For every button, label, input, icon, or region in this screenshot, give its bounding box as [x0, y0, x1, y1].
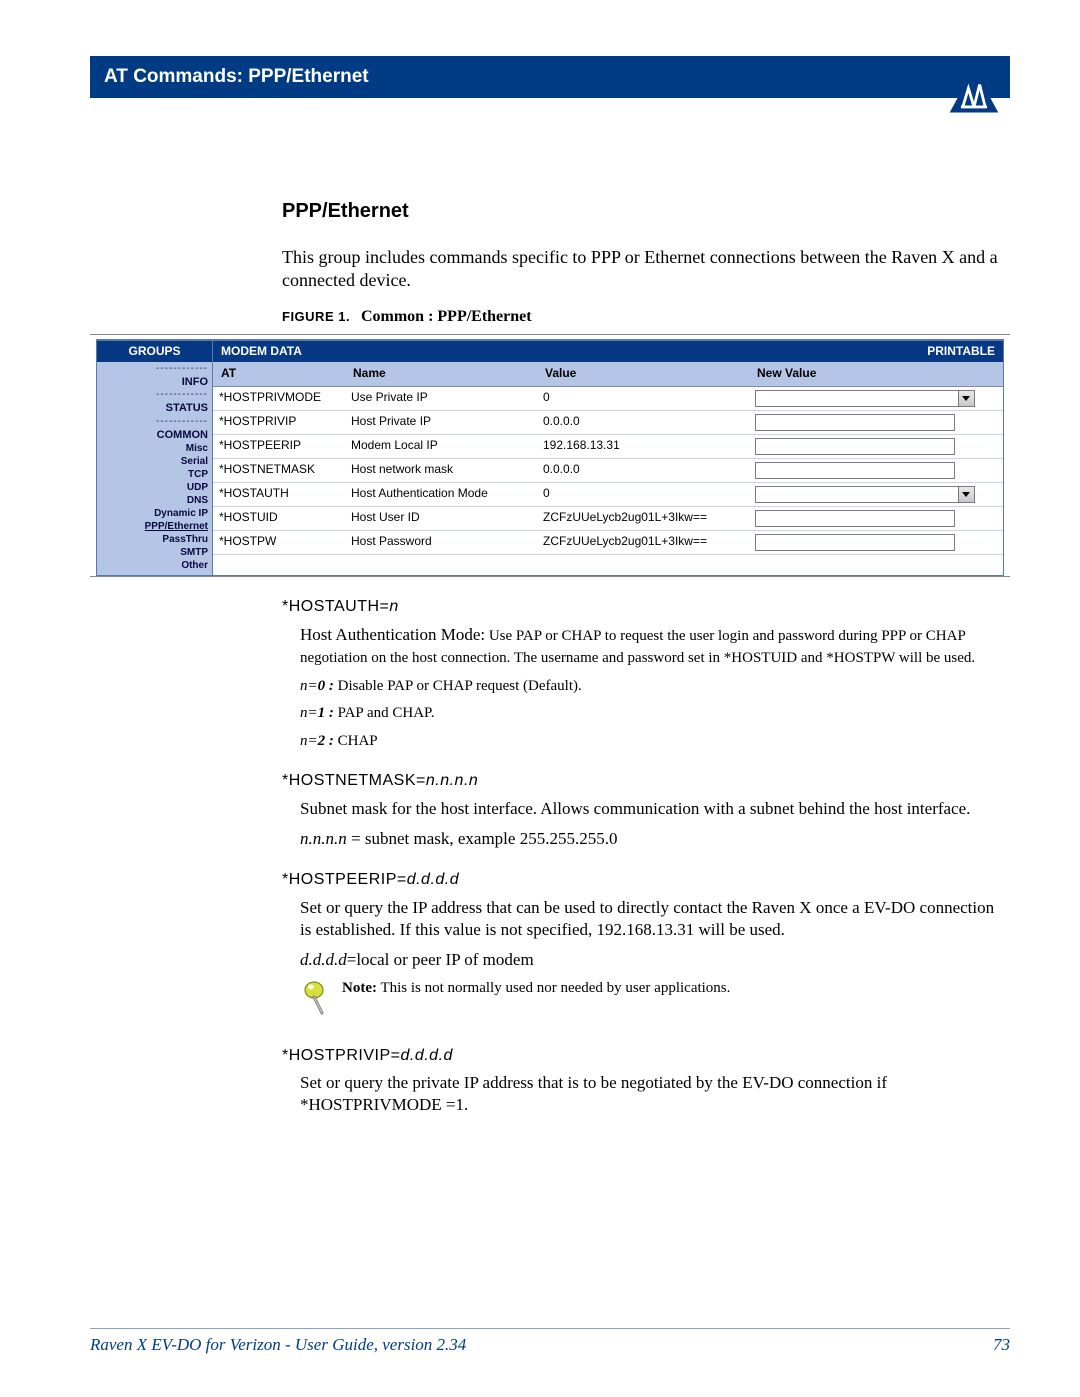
sidebar-item-serial[interactable]: Serial	[101, 455, 208, 468]
table-row: *HOSTPRIVIPHost Private IP0.0.0.0	[213, 410, 1003, 434]
cell-new-value	[749, 530, 1003, 554]
cell-new-value	[749, 458, 1003, 482]
cell-name: Host network mask	[345, 458, 537, 482]
figure-embedded-ui: GROUPS ------------ INFO ------------ ST…	[90, 334, 1010, 577]
sidebar-item-misc[interactable]: Misc	[101, 442, 208, 455]
new-value-input[interactable]	[755, 510, 955, 527]
sidebar-item-passthru[interactable]: PassThru	[101, 533, 208, 546]
page-header: AT Commands: PPP/Ethernet	[90, 56, 1010, 98]
cell-at: *HOSTPW	[213, 530, 345, 554]
sidebar-item-status[interactable]: STATUS	[101, 401, 208, 415]
cell-new-value	[749, 506, 1003, 530]
cell-new-value	[749, 434, 1003, 458]
groups-header: GROUPS	[97, 341, 212, 363]
modem-data-header: MODEM DATA	[213, 341, 919, 363]
groups-sidebar: GROUPS ------------ INFO ------------ ST…	[97, 341, 213, 575]
col-at: AT	[213, 362, 345, 386]
table-row: *HOSTNETMASKHost network mask0.0.0.0	[213, 458, 1003, 482]
cmd-hostprivip: *HOSTPRIVIP=d.d.d.d Set or query the pri…	[282, 1046, 1000, 1117]
printable-link[interactable]: PRINTABLE	[919, 341, 1003, 363]
cell-new-value	[749, 482, 1003, 506]
cell-value: 0	[537, 482, 749, 506]
sidebar-item-common[interactable]: COMMON	[101, 428, 208, 442]
new-value-input[interactable]	[755, 438, 955, 455]
footer-title: Raven X EV-DO for Verizon - User Guide, …	[90, 1335, 466, 1355]
cell-value: 0	[537, 386, 749, 410]
cell-name: Modem Local IP	[345, 434, 537, 458]
cell-at: *HOSTPRIVMODE	[213, 386, 345, 410]
table-row: *HOSTAUTHHost Authentication Mode0	[213, 482, 1003, 506]
cmd-hostpeerip: *HOSTPEERIP=d.d.d.d Set or query the IP …	[282, 870, 1000, 1025]
new-value-input[interactable]	[755, 534, 955, 551]
sidebar-item-other[interactable]: Other	[101, 559, 208, 572]
pushpin-icon	[300, 979, 334, 1025]
sidebar-item-dns[interactable]: DNS	[101, 494, 208, 507]
sidebar-item-smtp[interactable]: SMTP	[101, 546, 208, 559]
page-footer: Raven X EV-DO for Verizon - User Guide, …	[90, 1328, 1010, 1355]
cell-value: 0.0.0.0	[537, 410, 749, 434]
figure-caption: FIGURE 1. Common : PPP/Ethernet	[282, 307, 1000, 328]
modem-data-table: AT Name Value New Value *HOSTPRIVMODEUse…	[213, 362, 1003, 555]
sidebar-item-info[interactable]: INFO	[101, 375, 208, 389]
cell-name: Host User ID	[345, 506, 537, 530]
cell-value: 0.0.0.0	[537, 458, 749, 482]
cell-at: *HOSTPEERIP	[213, 434, 345, 458]
cell-at: *HOSTPRIVIP	[213, 410, 345, 434]
cell-name: Host Authentication Mode	[345, 482, 537, 506]
col-name: Name	[345, 362, 537, 386]
section-intro: This group includes commands specific to…	[282, 246, 1000, 293]
col-value: Value	[537, 362, 749, 386]
sidebar-item-udp[interactable]: UDP	[101, 481, 208, 494]
sidebar-item-ppp-ethernet[interactable]: PPP/Ethernet	[101, 520, 208, 533]
cmd-hostnetmask: *HOSTNETMASK=n.n.n.n Subnet mask for the…	[282, 771, 1000, 850]
cell-new-value	[749, 410, 1003, 434]
cell-name: Use Private IP	[345, 386, 537, 410]
cell-value: ZCFzUUeLycb2ug01L+3Ikw==	[537, 530, 749, 554]
table-row: *HOSTUIDHost User IDZCFzUUeLycb2ug01L+3I…	[213, 506, 1003, 530]
sidebar-item-dynamic-ip[interactable]: Dynamic IP	[101, 507, 208, 520]
new-value-input[interactable]	[755, 414, 955, 431]
cmd-hostauth: *HOSTAUTH=n Host Authentication Mode: Us…	[282, 597, 1000, 751]
table-row: *HOSTPWHost PasswordZCFzUUeLycb2ug01L+3I…	[213, 530, 1003, 554]
header-title: AT Commands: PPP/Ethernet	[104, 66, 369, 88]
cell-value: 192.168.13.31	[537, 434, 749, 458]
new-value-select[interactable]	[755, 486, 975, 503]
table-row: *HOSTPRIVMODEUse Private IP0	[213, 386, 1003, 410]
new-value-input[interactable]	[755, 462, 955, 479]
note-text: Note: This is not normally used nor need…	[342, 979, 730, 999]
cell-value: ZCFzUUeLycb2ug01L+3Ikw==	[537, 506, 749, 530]
table-row: *HOSTPEERIPModem Local IP192.168.13.31	[213, 434, 1003, 458]
col-new-value: New Value	[749, 362, 1003, 386]
page-number: 73	[993, 1335, 1010, 1355]
new-value-select[interactable]	[755, 390, 975, 407]
brand-logo-icon	[946, 64, 1002, 125]
sidebar-item-tcp[interactable]: TCP	[101, 468, 208, 481]
cell-name: Host Password	[345, 530, 537, 554]
cell-new-value	[749, 386, 1003, 410]
cell-at: *HOSTNETMASK	[213, 458, 345, 482]
cell-at: *HOSTUID	[213, 506, 345, 530]
cell-name: Host Private IP	[345, 410, 537, 434]
section-title: PPP/Ethernet	[282, 198, 1000, 224]
cell-at: *HOSTAUTH	[213, 482, 345, 506]
